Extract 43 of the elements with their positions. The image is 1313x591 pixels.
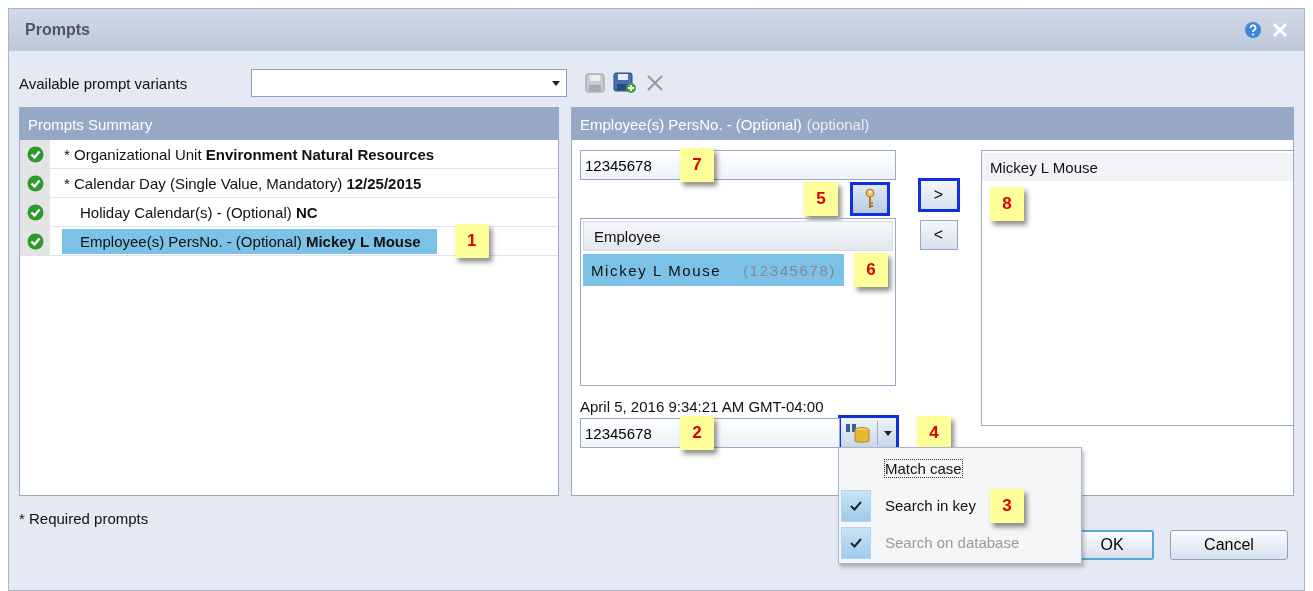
callout-number: 5 [804, 182, 838, 216]
panel-title: Employee(s) PersNo. - (Optional) [580, 115, 802, 133]
checkmark-icon [850, 537, 862, 548]
caret-icon [884, 430, 892, 436]
add-button[interactable]: > [919, 180, 958, 210]
summary-item[interactable]: Employee(s) PersNo. - (Optional) Mickey L Mouse [62, 228, 437, 254]
panel-title: Prompts Summary [28, 115, 153, 133]
check-circle-icon [26, 203, 44, 221]
callout-number: 8 [990, 187, 1024, 221]
key-icon [864, 188, 876, 210]
save-as-icon[interactable] [613, 72, 637, 94]
dialog-button[interactable]: Cancel [1170, 530, 1288, 560]
check-circle-icon [26, 232, 44, 250]
variants-label: Available prompt variants [19, 74, 189, 92]
menu-checkbox[interactable] [841, 489, 871, 522]
callout-number: 3 [989, 488, 1024, 523]
callout-number: 7 [680, 148, 714, 182]
check-circle-icon [26, 174, 44, 192]
search-button[interactable] [840, 417, 897, 449]
optional-label: (optional) [806, 115, 870, 133]
binoculars-database-icon [845, 422, 871, 444]
remove-button[interactable]: < [919, 220, 958, 250]
callout-number: 6 [853, 253, 888, 287]
required-note: * Required prompts [19, 510, 149, 527]
callout-number: 2 [680, 416, 714, 450]
variants-dropdown[interactable] [251, 69, 567, 97]
callout-number: 1 [454, 224, 489, 258]
summary-item[interactable]: * Calendar Day (Single Value, Mandatory) 12/25/2015 [62, 170, 424, 196]
caret-icon [552, 80, 560, 86]
summary-item[interactable]: * Organizational Unit Environment Natural Resources [62, 141, 437, 167]
menu-item[interactable]: Match case [885, 460, 962, 477]
check-circle-icon [26, 145, 44, 163]
employee-row[interactable]: Mickey L Mouse (12345678) [583, 254, 844, 286]
key-button[interactable] [852, 184, 888, 214]
menu-item[interactable]: Search in key [885, 497, 976, 514]
summary-item[interactable]: Holiday Calendar(s) - (Optional) NC [62, 199, 320, 225]
timestamp: April 5, 2016 9:34:21 AM GMT-04:00 [580, 398, 825, 416]
help-icon[interactable] [1244, 21, 1262, 39]
callout-number: 4 [917, 416, 951, 450]
window-title: Prompts [25, 21, 91, 39]
checkmark-icon [850, 500, 862, 511]
column-header: Employee [583, 221, 893, 251]
selected-value[interactable]: Mickey L Mouse [982, 153, 1293, 181]
